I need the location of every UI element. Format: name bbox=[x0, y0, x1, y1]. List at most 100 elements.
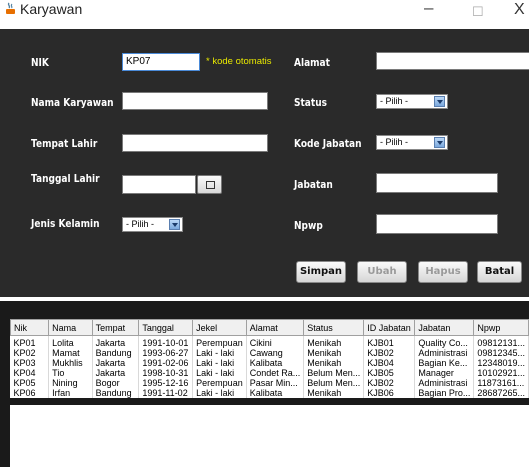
table-cell: KP03 bbox=[10, 358, 50, 368]
calendar-icon bbox=[206, 181, 215, 189]
alamat-field[interactable] bbox=[376, 52, 529, 70]
table-cell: Menikah bbox=[303, 335, 365, 348]
tempat-lahir-label: Tempat Lahir bbox=[31, 137, 98, 150]
table-cell: 09812131... bbox=[473, 335, 529, 348]
tanggal-lahir-field[interactable] bbox=[122, 175, 196, 194]
column-header[interactable]: Tanggal bbox=[138, 319, 194, 336]
column-header[interactable]: ID Jabatan bbox=[363, 319, 416, 336]
table-cell: KJB06 bbox=[363, 388, 416, 398]
maximize-button[interactable]: ☐ bbox=[472, 4, 484, 20]
jenis-kelamin-label: Jenis Kelamin bbox=[31, 217, 100, 230]
table-cell: Belum Men... bbox=[303, 368, 365, 378]
table-cell: Condet Ra... bbox=[246, 368, 305, 378]
kode-jabatan-select[interactable]: - Pilih - bbox=[376, 135, 448, 150]
table-cell: Bagian Pro... bbox=[414, 388, 475, 398]
ubah-button[interactable]: Ubah bbox=[357, 261, 407, 283]
table-cell: KJB02 bbox=[363, 378, 416, 388]
table-cell: Bandung bbox=[92, 388, 140, 398]
table-cell: Cikini bbox=[246, 335, 305, 348]
table-cell: Laki - laki bbox=[192, 388, 247, 398]
table-cell: 10102921... bbox=[473, 368, 529, 378]
column-header[interactable]: Jabatan bbox=[414, 319, 475, 336]
npwp-field[interactable] bbox=[376, 214, 498, 234]
alamat-label: Alamat bbox=[294, 56, 330, 69]
column-header[interactable]: Jekel bbox=[192, 319, 247, 336]
table-cell: 1993-06-27 bbox=[138, 348, 194, 358]
npwp-label: Npwp bbox=[294, 219, 323, 232]
table-cell: 11873161... bbox=[473, 378, 529, 388]
table-row[interactable]: KP05 Nining Bogor 1995-12-16 Perempuan Pasar … bbox=[10, 378, 529, 388]
table-cell: KJB01 bbox=[363, 335, 416, 348]
table-cell: KJB02 bbox=[363, 348, 416, 358]
hapus-button[interactable]: Hapus bbox=[418, 261, 468, 283]
table-cell: 1995-12-16 bbox=[138, 378, 194, 388]
table-cell: Laki - laki bbox=[192, 358, 247, 368]
karyawan-table[interactable]: Nik Nama Tempat Tanggal Jekel Alamat Status ID … bbox=[9, 319, 529, 398]
jenis-kelamin-select[interactable]: - Pilih - bbox=[122, 217, 183, 232]
table-cell: 28687265... bbox=[473, 388, 529, 398]
table-cell: Perempuan bbox=[192, 335, 247, 348]
java-app-icon bbox=[6, 2, 15, 14]
table-cell: Pasar Min... bbox=[246, 378, 305, 388]
table-cell: 1991-10-01 bbox=[138, 335, 194, 348]
nama-karyawan-label: Nama Karyawan bbox=[31, 96, 114, 109]
table-cell: Administrasi bbox=[414, 378, 475, 388]
table-row[interactable]: KP02 Mamat Bandung 1993-06-27 Laki - laki Caw… bbox=[10, 348, 529, 358]
table-cell: Laki - laki bbox=[192, 348, 247, 358]
table-row[interactable]: KP04 Tio Jakarta 1998-10-31 Laki - laki Conde… bbox=[10, 368, 529, 378]
title-bar: Karyawan – ☐ X bbox=[0, 0, 529, 29]
table-cell: KP04 bbox=[10, 368, 50, 378]
table-cell: Quality Co... bbox=[414, 335, 475, 348]
table-cell: Administrasi bbox=[414, 348, 475, 358]
status-label: Status bbox=[294, 96, 328, 109]
column-header[interactable]: Alamat bbox=[245, 319, 305, 336]
table-row[interactable]: KP01 Lolita Jakarta 1991-10-01 Perempuan Ciki… bbox=[10, 335, 529, 348]
table-cell: KJB04 bbox=[363, 358, 416, 368]
table-cell: Kalibata bbox=[246, 358, 305, 368]
table-cell: Menikah bbox=[303, 388, 365, 398]
table-row[interactable]: KP03 Mukhlis Jakarta 1991-02-06 Laki - laki K… bbox=[10, 358, 529, 368]
status-value: - Pilih - bbox=[380, 96, 409, 106]
column-header[interactable]: Status bbox=[303, 319, 365, 336]
close-button[interactable]: X bbox=[514, 1, 525, 19]
jabatan-field[interactable] bbox=[376, 173, 498, 193]
table-cell: Tio bbox=[48, 368, 93, 378]
table-cell: Mamat bbox=[48, 348, 93, 358]
table-cell: KP01 bbox=[10, 335, 50, 348]
table-cell: Cawang bbox=[246, 348, 305, 358]
dropdown-arrow-icon bbox=[434, 96, 445, 107]
table-cell: KP06 bbox=[10, 388, 50, 398]
table-cell: 1998-10-31 bbox=[138, 368, 194, 378]
table-cell: Kalibata bbox=[246, 388, 305, 398]
batal-button[interactable]: Batal bbox=[477, 261, 522, 283]
table-cell: Bagian Ke... bbox=[414, 358, 475, 368]
nik-field[interactable]: KP07 bbox=[122, 53, 200, 71]
table-cell: Menikah bbox=[303, 348, 365, 358]
table-row[interactable]: KP06 Irfan Bandung 1991-11-02 Laki - laki Kal… bbox=[10, 388, 529, 398]
table-cell: Irfan bbox=[48, 388, 93, 398]
minimize-button[interactable]: – bbox=[424, 0, 433, 18]
table-cell: KP02 bbox=[10, 348, 50, 358]
table-cell: KJB05 bbox=[363, 368, 416, 378]
table-cell: 12348019... bbox=[473, 358, 529, 368]
table-cell: Jakarta bbox=[92, 335, 140, 348]
column-header[interactable]: Tempat bbox=[91, 319, 140, 336]
window-title: Karyawan bbox=[20, 1, 83, 17]
table-cell: Nining bbox=[48, 378, 93, 388]
table-cell: Manager bbox=[414, 368, 475, 378]
date-picker-button[interactable] bbox=[197, 175, 222, 194]
status-select[interactable]: - Pilih - bbox=[376, 94, 448, 109]
table-header: Nik Nama Tempat Tanggal Jekel Alamat Status ID … bbox=[9, 319, 529, 336]
tempat-lahir-field[interactable] bbox=[122, 134, 268, 152]
column-header[interactable]: Nama bbox=[48, 319, 93, 336]
simpan-button[interactable]: Simpan bbox=[296, 261, 346, 283]
table-cell: 1991-02-06 bbox=[138, 358, 194, 368]
table-empty-area bbox=[10, 405, 529, 467]
column-header[interactable]: Npwp bbox=[473, 319, 529, 336]
nama-karyawan-field[interactable] bbox=[122, 92, 268, 110]
tanggal-lahir-label: Tanggal Lahir bbox=[31, 172, 100, 185]
column-header[interactable]: Nik bbox=[9, 319, 50, 336]
table-cell: Belum Men... bbox=[303, 378, 365, 388]
table-body: KP01 Lolita Jakarta 1991-10-01 Perempuan Ciki… bbox=[10, 335, 529, 398]
kode-jabatan-label: Kode Jabatan bbox=[294, 137, 362, 150]
